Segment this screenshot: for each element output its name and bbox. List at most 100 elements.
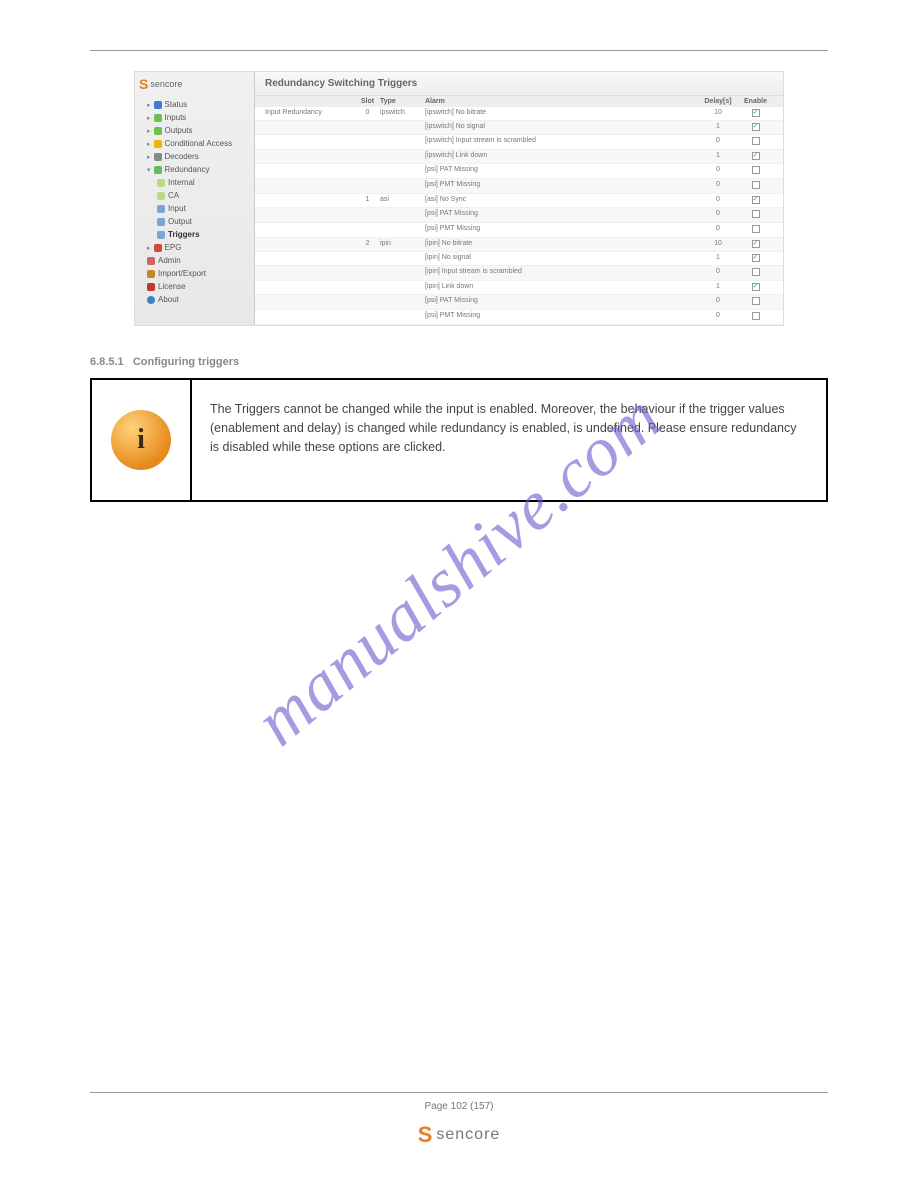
cell-name <box>265 283 355 292</box>
nav-input[interactable]: Input <box>139 202 250 215</box>
key-icon <box>147 283 155 291</box>
cell-alarm: [ipswitch] Input stream is scrambled <box>425 137 698 147</box>
cell-type <box>380 225 425 235</box>
nav-admin[interactable]: Admin <box>139 254 250 267</box>
cell-slot: 0 <box>355 109 380 118</box>
nav-ca[interactable]: ▸Conditional Access <box>139 137 250 150</box>
cell-delay: 1 <box>698 123 738 132</box>
nav-output[interactable]: Output <box>139 215 250 228</box>
nav-label: Conditional Access <box>165 139 233 148</box>
cell-alarm: [ipin] Link down <box>425 283 698 292</box>
cell-alarm: [psi] PMT Missing <box>425 181 698 191</box>
cell-enable[interactable] <box>738 210 773 220</box>
cell-delay: 10 <box>698 109 738 118</box>
cell-type <box>380 210 425 220</box>
nav-label: Triggers <box>168 230 200 239</box>
cell-slot <box>355 137 380 147</box>
cell-enable[interactable] <box>738 240 773 249</box>
cell-slot <box>355 254 380 263</box>
nav-internal[interactable]: Internal <box>139 176 250 189</box>
cell-slot <box>355 225 380 235</box>
cell-alarm: [ipswitch] Link down <box>425 152 698 161</box>
cell-enable[interactable] <box>738 225 773 235</box>
cell-enable[interactable] <box>738 283 773 292</box>
col-type: Type <box>380 98 425 105</box>
table-row: [psi] PAT Missing0 <box>255 295 783 310</box>
cell-enable[interactable] <box>738 297 773 307</box>
table-row: [ipin] Link down1 <box>255 281 783 295</box>
checkbox-icon[interactable] <box>752 109 760 117</box>
table-row: [ipswitch] No signal1 <box>255 121 783 135</box>
cell-type <box>380 123 425 132</box>
nav-label: Import/Export <box>158 269 206 278</box>
checkbox-icon[interactable] <box>752 181 760 189</box>
checkbox-icon[interactable] <box>752 123 760 131</box>
col-slot: Slot <box>355 98 380 105</box>
nav-outputs[interactable]: ▸Outputs <box>139 124 250 137</box>
cell-slot <box>355 210 380 220</box>
checkbox-icon[interactable] <box>752 297 760 305</box>
checkbox-icon[interactable] <box>752 137 760 145</box>
cell-delay: 0 <box>698 312 738 322</box>
checkbox-icon[interactable] <box>752 240 760 248</box>
nav-redundancy[interactable]: ▾Redundancy <box>139 163 250 176</box>
nav-inputs[interactable]: ▸Inputs <box>139 111 250 124</box>
cell-enable[interactable] <box>738 137 773 147</box>
cell-enable[interactable] <box>738 254 773 263</box>
nav-status[interactable]: ▸Status <box>139 98 250 111</box>
checkbox-icon[interactable] <box>752 166 760 174</box>
nav-about[interactable]: About <box>139 293 250 306</box>
nav-triggers[interactable]: Triggers <box>139 228 250 241</box>
table-row: 1asi[asi] No Sync0 <box>255 194 783 208</box>
table-row: [ipin] No signal1 <box>255 252 783 266</box>
swirl-icon: S <box>139 76 148 92</box>
checkbox-icon[interactable] <box>752 196 760 204</box>
checkbox-icon[interactable] <box>752 210 760 218</box>
checkbox-icon[interactable] <box>752 225 760 233</box>
cell-name <box>265 196 355 205</box>
cell-enable[interactable] <box>738 109 773 118</box>
nav-import[interactable]: Import/Export <box>139 267 250 280</box>
cell-type <box>380 166 425 176</box>
nav-license[interactable]: License <box>139 280 250 293</box>
nav-epg[interactable]: ▸EPG <box>139 241 250 254</box>
swirl-icon: S <box>418 1122 433 1148</box>
cell-alarm: [psi] PAT Missing <box>425 166 698 176</box>
nav-label: About <box>158 295 179 304</box>
checkbox-icon[interactable] <box>752 283 760 291</box>
checkbox-icon[interactable] <box>752 312 760 320</box>
dot-icon <box>157 231 165 239</box>
cell-name <box>265 240 355 249</box>
cell-enable[interactable] <box>738 196 773 205</box>
checkbox-icon[interactable] <box>752 152 760 160</box>
cell-alarm: [ipin] No bitrate <box>425 240 698 249</box>
cell-slot <box>355 268 380 278</box>
dot-icon <box>157 205 165 213</box>
cell-enable[interactable] <box>738 152 773 161</box>
cell-type: asi <box>380 196 425 205</box>
cell-enable[interactable] <box>738 166 773 176</box>
cell-name <box>265 123 355 132</box>
cell-enable[interactable] <box>738 181 773 191</box>
col-enable: Enable <box>738 98 773 105</box>
table-row: [psi] PMT Missing0 <box>255 310 783 325</box>
nav-decoders[interactable]: ▸Decoders <box>139 150 250 163</box>
cell-delay: 0 <box>698 225 738 235</box>
nav-ca-sub[interactable]: CA <box>139 189 250 202</box>
cell-name <box>265 152 355 161</box>
cell-enable[interactable] <box>738 312 773 322</box>
table-row: [ipin] Input stream is scrambled0 <box>255 266 783 281</box>
checkbox-icon[interactable] <box>752 268 760 276</box>
cell-type <box>380 312 425 322</box>
nav-label: Internal <box>168 178 195 187</box>
cell-enable[interactable] <box>738 123 773 132</box>
cell-name <box>265 210 355 220</box>
cell-enable[interactable] <box>738 268 773 278</box>
nav-label: Admin <box>158 256 181 265</box>
nav-label: Inputs <box>165 113 187 122</box>
cell-alarm: [ipswitch] No signal <box>425 123 698 132</box>
app-screenshot: S sencore ▸Status ▸Inputs ▸Outputs ▸Cond… <box>134 71 784 326</box>
checkbox-icon[interactable] <box>752 254 760 262</box>
cell-name <box>265 254 355 263</box>
plug-icon <box>154 114 162 122</box>
